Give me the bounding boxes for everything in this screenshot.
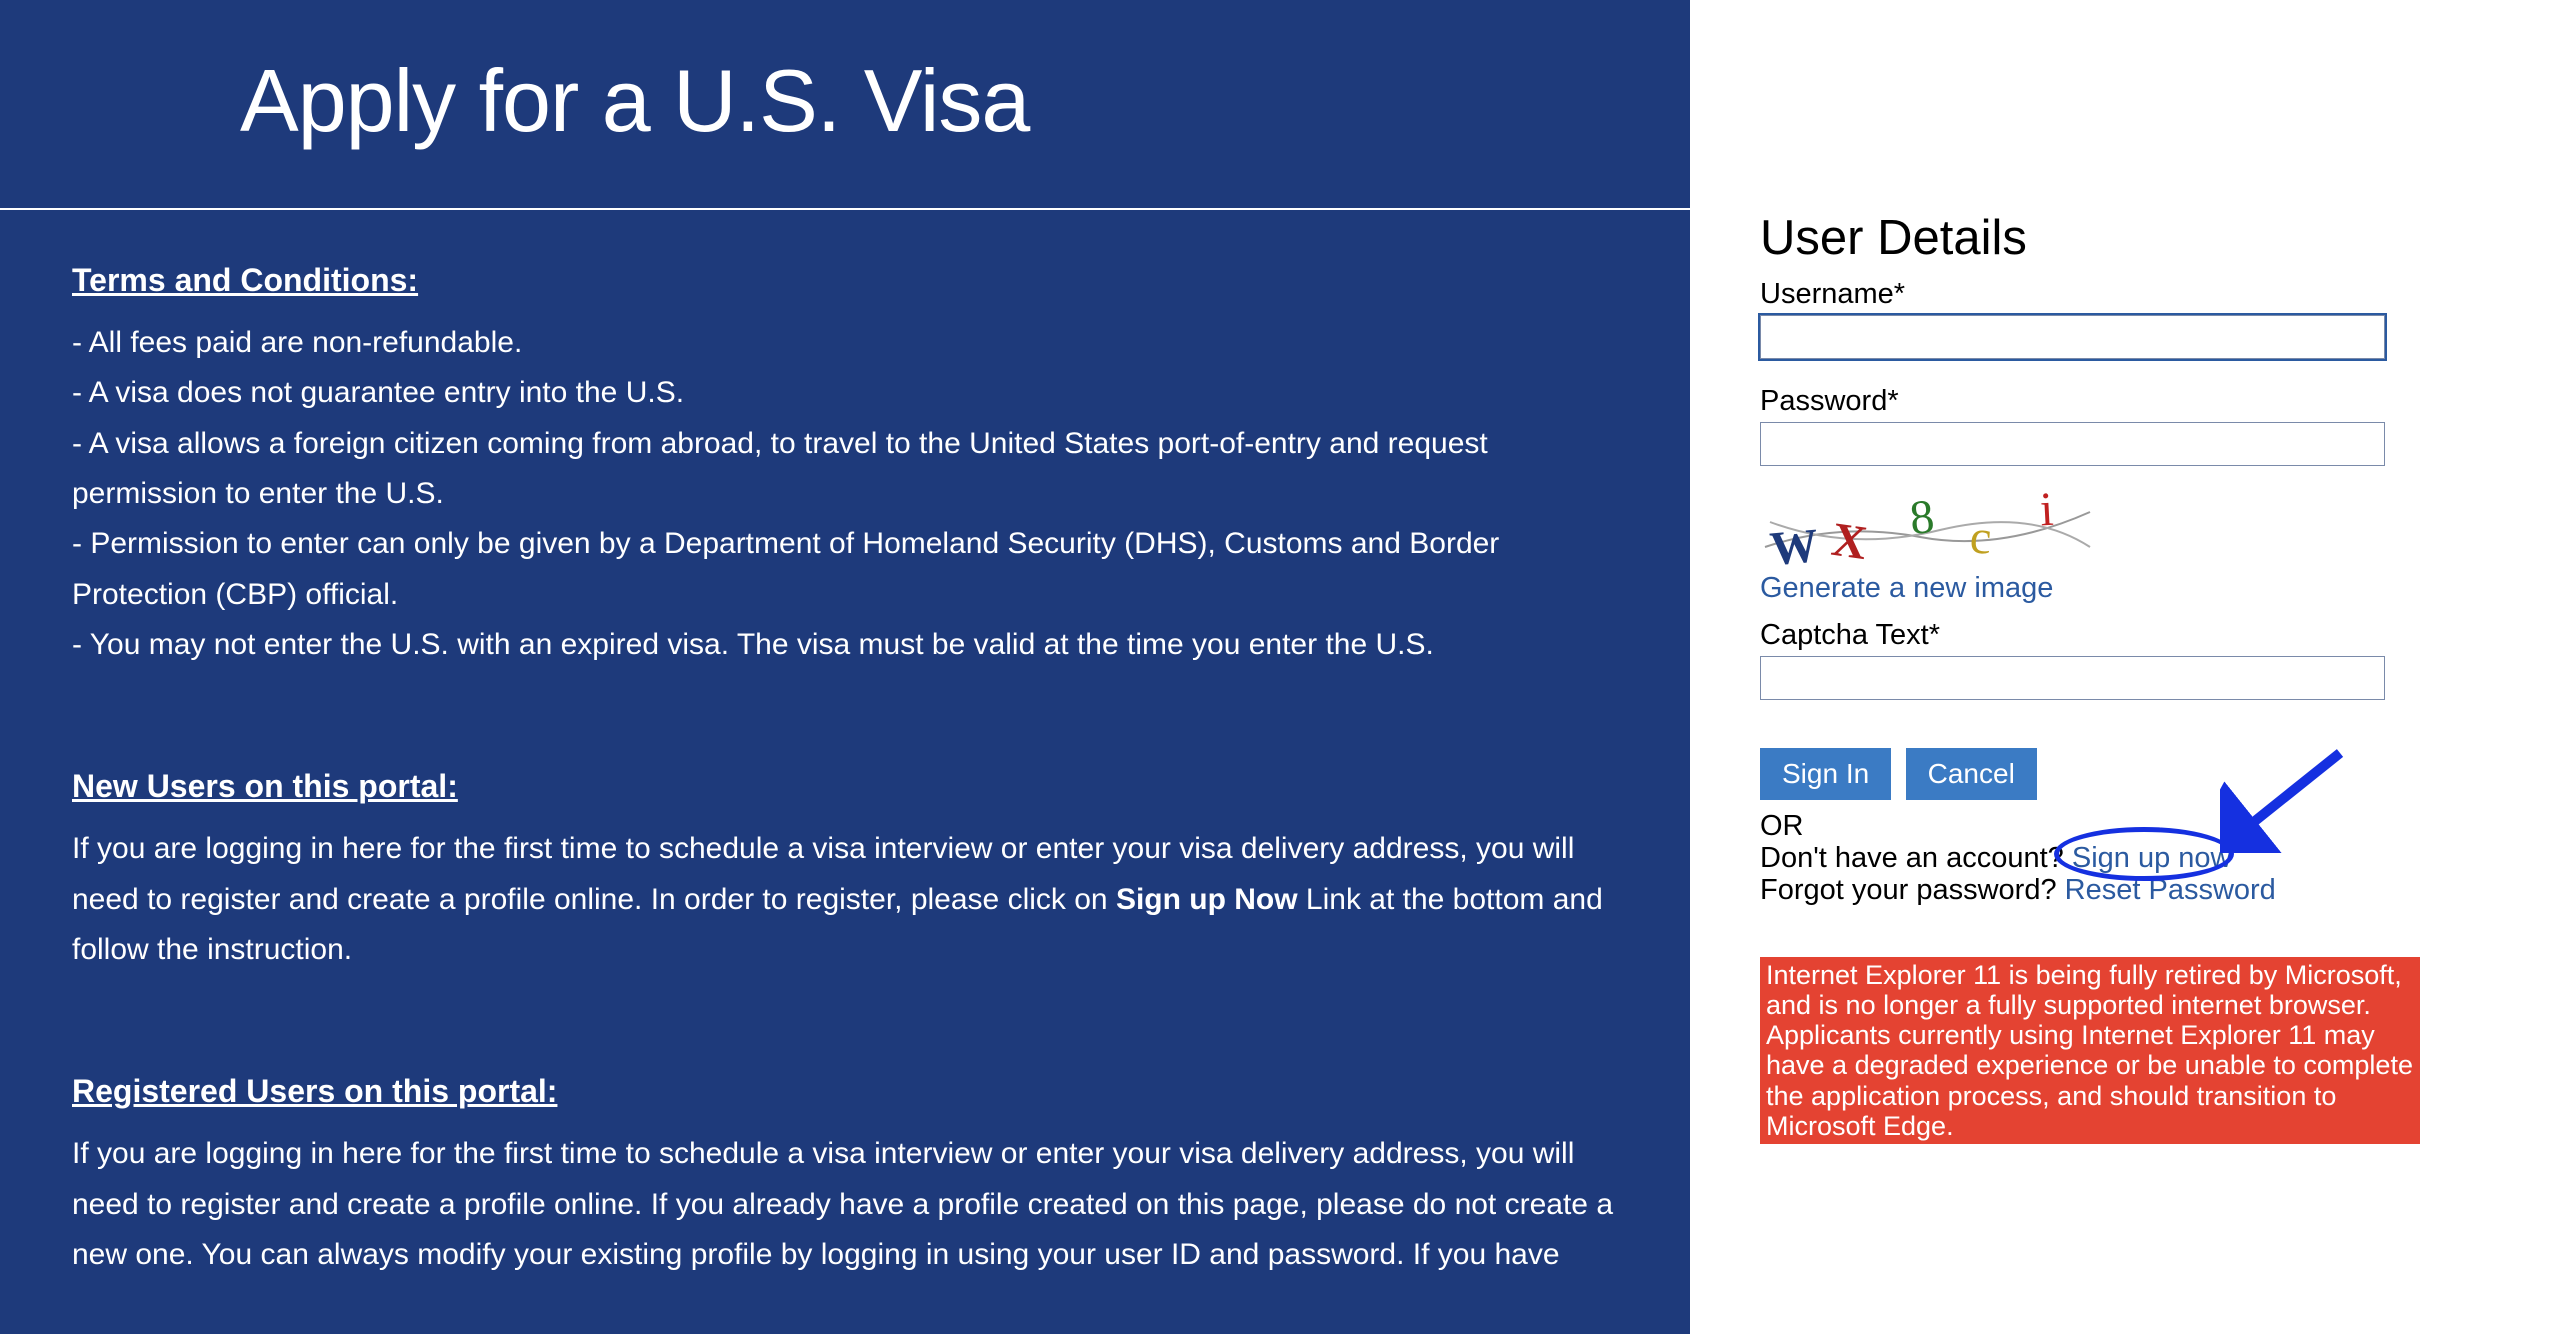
or-text: OR xyxy=(1760,810,2420,843)
no-account-text: Don't have an account? xyxy=(1760,842,2072,874)
username-input[interactable] xyxy=(1760,315,2385,359)
forgot-password-text: Forgot your password? xyxy=(1760,874,2065,906)
terms-item: - Permission to enter can only be given … xyxy=(72,519,1618,620)
signup-now-bold: Sign up Now xyxy=(1116,883,1298,916)
password-label: Password* xyxy=(1760,385,2420,418)
new-users-paragraph: If you are logging in here for the first… xyxy=(72,824,1618,975)
terms-heading: Terms and Conditions: xyxy=(72,254,1618,308)
captcha-label: Captcha Text* xyxy=(1760,619,2420,652)
reset-password-link[interactable]: Reset Password xyxy=(2065,874,2276,906)
new-users-heading: New Users on this portal: xyxy=(72,760,1618,814)
page-title: Apply for a U.S. Visa xyxy=(0,0,1690,208)
user-details-heading: User Details xyxy=(1760,210,2420,266)
terms-item: - All fees paid are non-refundable. xyxy=(72,318,1618,368)
registered-users-heading: Registered Users on this portal: xyxy=(72,1065,1618,1119)
registered-users-paragraph: If you are logging in here for the first… xyxy=(72,1129,1618,1280)
browser-warning: Internet Explorer 11 is being fully reti… xyxy=(1760,957,2420,1144)
login-panel: User Details Username* Password* W X 8 c… xyxy=(1690,0,2560,1334)
terms-item: - You may not enter the U.S. with an exp… xyxy=(72,620,1618,670)
sign-up-link[interactable]: Sign up now xyxy=(2072,842,2232,874)
terms-list: - All fees paid are non-refundable. - A … xyxy=(72,318,1618,671)
terms-item: - A visa allows a foreign citizen coming… xyxy=(72,419,1618,520)
username-label: Username* xyxy=(1760,278,2420,311)
captcha-image: W X 8 c i xyxy=(1760,492,2100,572)
info-panel: Apply for a U.S. Visa Terms and Conditio… xyxy=(0,0,1690,1334)
sign-in-button[interactable]: Sign In xyxy=(1760,748,1891,800)
generate-captcha-link[interactable]: Generate a new image xyxy=(1760,572,2053,605)
terms-item: - A visa does not guarantee entry into t… xyxy=(72,368,1618,418)
captcha-input[interactable] xyxy=(1760,656,2385,700)
password-input[interactable] xyxy=(1760,422,2385,466)
cancel-button[interactable]: Cancel xyxy=(1906,748,2037,800)
